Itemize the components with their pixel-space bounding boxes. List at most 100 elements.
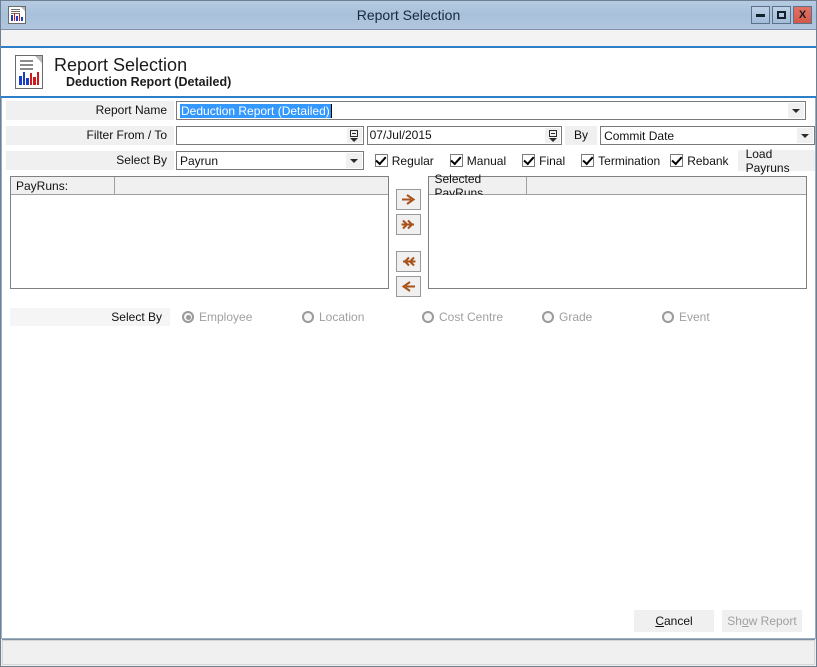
header-report-icon	[15, 55, 43, 89]
move-right-button[interactable]	[396, 189, 421, 210]
page-fold	[21, 7, 25, 11]
radio-location-label: Location	[319, 310, 365, 324]
filter-to-date-input[interactable]: 07/Jul/2015	[366, 126, 563, 145]
select-by-dropdown-arrow[interactable]	[345, 153, 362, 168]
report-name-label: Report Name	[6, 101, 174, 120]
radio-location[interactable]: Location	[290, 310, 410, 324]
radio-button-icon	[542, 311, 554, 323]
checkbox-termination[interactable]: Termination	[581, 154, 660, 168]
selected-payruns-list[interactable]: Selected PayRuns	[428, 172, 808, 289]
window-controls: X	[751, 6, 812, 24]
maximize-button[interactable]	[772, 6, 791, 24]
minimize-button[interactable]	[751, 6, 770, 24]
text-caret	[330, 103, 332, 118]
checkbox-final[interactable]: Final	[522, 154, 565, 168]
single-right-arrow-icon	[402, 194, 416, 205]
radio-button-icon	[302, 311, 314, 323]
move-all-left-button[interactable]	[396, 251, 421, 272]
by-field-dropdown-arrow[interactable]	[797, 128, 813, 143]
payrun-type-checkboxes: Regular Manual Final Termination Rebank …	[374, 147, 815, 175]
report-name-dropdown-arrow[interactable]	[788, 103, 804, 118]
double-left-arrow-icon	[403, 256, 416, 267]
selected-payruns-header-spacer	[527, 177, 806, 194]
available-payruns-header: PayRuns:	[11, 177, 388, 195]
chevron-down-icon	[792, 108, 800, 113]
checkbox-rebank-label: Rebank	[687, 153, 729, 168]
cancel-label: ancel	[663, 613, 693, 628]
title-bar: Report Selection X	[1, 1, 816, 30]
page-subtitle: Deduction Report (Detailed)	[66, 74, 232, 89]
available-payruns-list[interactable]: PayRuns:	[10, 176, 389, 289]
status-bar	[2, 639, 815, 665]
filter-to-date-value: 07/Jul/2015	[369, 128, 432, 142]
show-report-accelerator: o	[741, 613, 749, 628]
checkbox-regular-label: Regular	[391, 153, 434, 168]
checkmark-icon	[581, 154, 595, 167]
radio-employee[interactable]: Employee	[170, 310, 290, 324]
status-bar-text	[2, 640, 815, 665]
available-payruns-header-spacer	[115, 177, 388, 194]
selected-payruns-header: Selected PayRuns	[429, 172, 807, 200]
checkbox-manual[interactable]: Manual	[449, 153, 507, 168]
form-row-filter-dates: Filter From / To 07/Jul/2015 By Commit D…	[2, 125, 815, 146]
filter-from-to-label: Filter From / To	[6, 126, 174, 145]
close-button[interactable]: X	[793, 6, 812, 24]
calendar-icon	[350, 129, 359, 137]
cancel-button[interactable]: Cancel	[634, 609, 714, 632]
radio-button-icon	[662, 311, 674, 323]
selected-payruns-items[interactable]	[429, 195, 807, 288]
select-by-combo[interactable]: Payrun	[176, 151, 364, 170]
report-name-value: Deduction Report (Detailed)	[180, 103, 331, 118]
by-field-combo[interactable]: Commit Date	[600, 126, 815, 145]
form-row-report-name: Report Name Deduction Report (Detailed)	[2, 100, 815, 121]
bar-chart-glyph	[19, 71, 39, 85]
checkbox-manual-label: Manual	[466, 153, 507, 168]
toolbar-strip	[1, 30, 816, 48]
show-report-label-pre: Sh	[727, 613, 742, 628]
filter-from-date-input[interactable]	[176, 126, 364, 145]
select-by-radio-label: Select By	[10, 308, 170, 326]
dialog-footer: Cancel Sh o w Report	[2, 603, 815, 638]
radio-button-icon	[422, 311, 434, 323]
transfer-buttons	[389, 176, 429, 301]
available-payruns-header-label: PayRuns:	[11, 177, 115, 194]
checkbox-regular[interactable]: Regular	[374, 153, 434, 168]
window-title: Report Selection	[356, 7, 461, 23]
chevron-down-icon	[801, 133, 809, 138]
checkmark-icon	[374, 154, 388, 167]
radio-button-icon	[182, 311, 194, 323]
form-body: Report Name Deduction Report (Detailed) …	[1, 98, 816, 639]
radio-grade[interactable]: Grade	[530, 310, 650, 324]
chevron-down-icon	[350, 137, 359, 142]
form-row-select-by: Select By Payrun Regular Manual Final Te…	[2, 147, 815, 175]
filter-from-date-picker-button[interactable]	[346, 128, 362, 143]
bar-chart-glyph	[11, 13, 23, 21]
checkmark-icon	[449, 154, 463, 167]
available-payruns-items[interactable]	[11, 195, 388, 288]
cancel-accelerator: C	[655, 613, 664, 628]
selected-payruns-header-label: Selected PayRuns	[429, 172, 528, 200]
payruns-transfer-area: PayRuns: Selected PayRuns	[2, 172, 815, 301]
page-header: Report Selection Deduction Report (Detai…	[1, 48, 816, 98]
checkmark-icon	[670, 154, 684, 167]
form-fields: Report Name Deduction Report (Detailed) …	[2, 98, 815, 175]
checkbox-rebank[interactable]: Rebank	[670, 153, 729, 168]
radio-cost-centre[interactable]: Cost Centre	[410, 310, 530, 324]
select-by-value: Payrun	[180, 153, 219, 168]
page-title: Report Selection	[54, 54, 188, 75]
move-left-button[interactable]	[396, 276, 421, 297]
radio-cost-centre-label: Cost Centre	[439, 310, 504, 324]
chevron-down-icon	[349, 158, 358, 163]
radio-event[interactable]: Event	[650, 310, 770, 324]
move-all-right-button[interactable]	[396, 214, 421, 235]
report-name-combo[interactable]: Deduction Report (Detailed)	[176, 101, 806, 120]
select-by-radio-group: Select By Employee Location Cost Centre …	[2, 308, 815, 326]
show-report-button[interactable]: Sh o w Report	[722, 609, 802, 632]
radio-grade-label: Grade	[559, 310, 593, 324]
load-payruns-button[interactable]: Load Payruns	[737, 147, 815, 175]
filter-to-date-picker-button[interactable]	[545, 128, 561, 143]
window-icon	[8, 6, 26, 24]
show-report-label-post: w Report	[748, 613, 797, 628]
select-by-label: Select By	[6, 151, 174, 170]
checkbox-termination-label: Termination	[598, 153, 661, 168]
